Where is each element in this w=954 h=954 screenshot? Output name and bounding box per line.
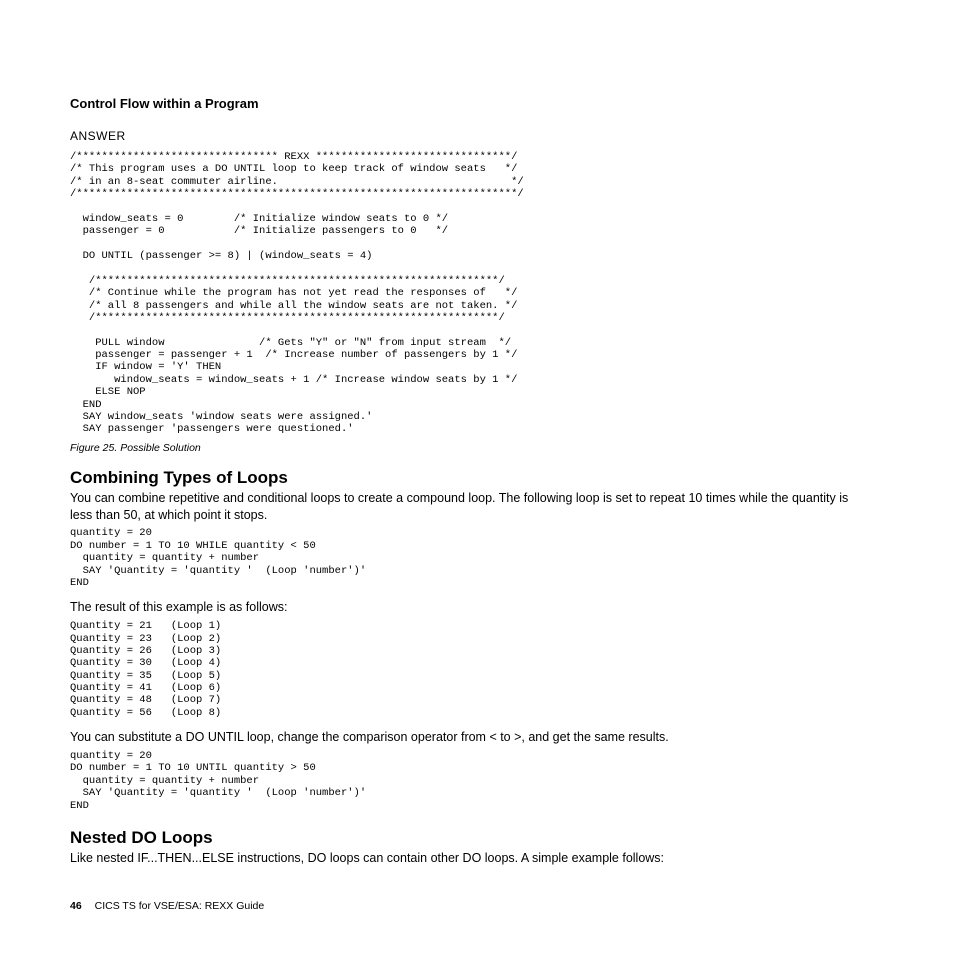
code-block-output: Quantity = 21 (Loop 1) Quantity = 23 (Lo… bbox=[70, 620, 866, 719]
page-number: 46 bbox=[70, 900, 82, 912]
para-substitute: You can substitute a DO UNTIL loop, chan… bbox=[70, 729, 866, 746]
heading-combining-loops: Combining Types of Loops bbox=[70, 468, 866, 488]
figure-caption: Figure 25. Possible Solution bbox=[70, 442, 866, 454]
page: Control Flow within a Program ANSWER /**… bbox=[0, 0, 954, 954]
para-result-label: The result of this example is as follows… bbox=[70, 599, 866, 616]
code-block-do-until: /******************************** REXX *… bbox=[70, 151, 866, 436]
footer-title: CICS TS for VSE/ESA: REXX Guide bbox=[95, 900, 265, 912]
heading-nested-do: Nested DO Loops bbox=[70, 828, 866, 848]
para-combining-intro: You can combine repetitive and condition… bbox=[70, 490, 866, 524]
running-header: Control Flow within a Program bbox=[70, 96, 866, 111]
answer-label: ANSWER bbox=[70, 129, 866, 143]
para-nested-intro: Like nested IF...THEN...ELSE instruction… bbox=[70, 850, 866, 867]
page-footer: 46 CICS TS for VSE/ESA: REXX Guide bbox=[70, 900, 264, 912]
code-block-do-while: quantity = 20 DO number = 1 TO 10 WHILE … bbox=[70, 527, 866, 589]
code-block-do-until-2: quantity = 20 DO number = 1 TO 10 UNTIL … bbox=[70, 750, 866, 812]
